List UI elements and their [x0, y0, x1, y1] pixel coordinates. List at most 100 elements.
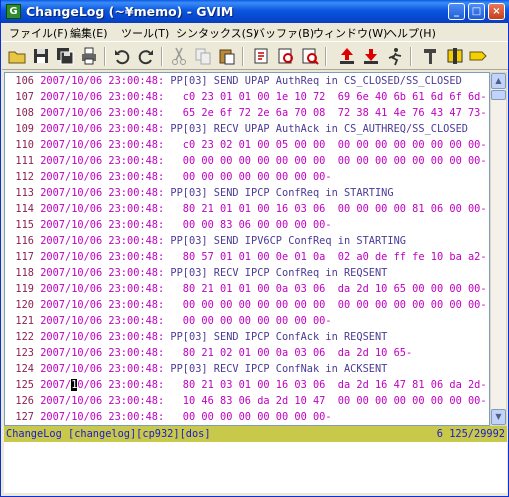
hex-dump: 80 21 01 01 00 16 03 06 00 00 00 00 81 0…: [164, 203, 487, 215]
editor-line[interactable]: 106 2007/10/06 23:00:48: PP[03] SEND UPA…: [5, 73, 489, 89]
scroll-down-arrow-icon[interactable]: ▼: [491, 409, 506, 425]
hex-dump: 00 00 00 00 00 00 00 00 00 00 00 00 00 0…: [164, 155, 487, 167]
timestamp: 2007/10/06 23:00:48:: [40, 347, 165, 359]
make-icon[interactable]: [420, 46, 440, 66]
toolbar: [2, 41, 508, 70]
save-all-icon[interactable]: [55, 46, 75, 66]
find-prev-icon[interactable]: [300, 46, 320, 66]
menu-tools[interactable]: ツール(T): [121, 25, 169, 41]
timestamp: 0/06 23:00:48:: [77, 379, 165, 391]
find-next-icon[interactable]: [276, 46, 296, 66]
menu-syntax[interactable]: シンタックス(S): [176, 25, 257, 41]
menu-edit[interactable]: 編集(E): [70, 25, 108, 41]
status-file-info: ChangeLog [changelog][cp932][dos]: [6, 428, 211, 440]
log-message: PP[03] SEND IPV6CP ConfReq in STARTING: [164, 235, 406, 247]
text-editor-area[interactable]: 106 2007/10/06 23:00:48: PP[03] SEND UPA…: [4, 72, 490, 426]
editor-line[interactable]: 121 2007/10/06 23:00:48: 00 00 00 00 00 …: [5, 313, 489, 329]
line-number: 125: [15, 379, 34, 391]
editor-line[interactable]: 124 2007/10/06 23:00:48: PP[03] RECV IPC…: [5, 361, 489, 377]
editor-line[interactable]: 108 2007/10/06 23:00:48: 65 2e 6f 72 2e …: [5, 105, 489, 121]
editor-line[interactable]: 119 2007/10/06 23:00:48: 80 21 01 01 00 …: [5, 281, 489, 297]
line-number: 118: [15, 267, 34, 279]
timestamp: 2007/10/06 23:00:48:: [40, 315, 165, 327]
save-session-icon[interactable]: [361, 46, 381, 66]
line-number: 112: [15, 171, 34, 183]
line-number: 113: [15, 187, 34, 199]
close-button[interactable]: ×: [488, 3, 505, 20]
menu-bar: ファイル(F) 編集(E) ツール(T) シンタックス(S) バッファ(B) ウ…: [2, 23, 508, 41]
minimize-button[interactable]: _: [448, 3, 465, 20]
scroll-up-arrow-icon[interactable]: ▲: [491, 73, 506, 89]
hex-dump: 10 46 83 06 da 2d 10 47 00 00 00 00 00 0…: [164, 395, 487, 407]
hex-dump: 80 21 03 01 00 16 03 06 da 2d 16 47 81 0…: [164, 379, 487, 391]
line-number: 126: [15, 395, 34, 407]
editor-line[interactable]: 126 2007/10/06 23:00:48: 10 46 83 06 da …: [5, 393, 489, 409]
editor-line[interactable]: 125 2007/10/06 23:00:48: 80 21 03 01 00 …: [5, 377, 489, 393]
timestamp: 2007/10/06 23:00:48:: [40, 171, 165, 183]
tag-icon[interactable]: [468, 46, 488, 66]
editor-line[interactable]: 118 2007/10/06 23:00:48: PP[03] RECV IPC…: [5, 265, 489, 281]
line-number: 119: [15, 283, 34, 295]
line-number: 121: [15, 315, 34, 327]
timestamp: 2007/10/06 23:00:48:: [40, 331, 165, 343]
editor-line[interactable]: 111 2007/10/06 23:00:48: 00 00 00 00 00 …: [5, 153, 489, 169]
editor-line[interactable]: 114 2007/10/06 23:00:48: 80 21 01 01 00 …: [5, 201, 489, 217]
menu-help[interactable]: ヘルプ(H): [386, 25, 436, 41]
maximize-button[interactable]: □: [468, 3, 485, 20]
shell-icon[interactable]: [445, 46, 465, 66]
line-number: 117: [15, 251, 34, 263]
editor-line[interactable]: 107 2007/10/06 23:00:48: c0 23 01 01 00 …: [5, 89, 489, 105]
line-number: 116: [15, 235, 34, 247]
timestamp: 2007/10/06 23:00:48:: [40, 219, 165, 231]
timestamp: 2007/10/06 23:00:48:: [40, 267, 165, 279]
editor-line[interactable]: 110 2007/10/06 23:00:48: c0 23 02 01 00 …: [5, 137, 489, 153]
gvim-app-icon[interactable]: G: [6, 4, 21, 19]
menu-buffers[interactable]: バッファ(B): [254, 25, 314, 41]
vertical-scrollbar[interactable]: ▲ ▼: [490, 72, 507, 426]
line-number: 110: [15, 139, 34, 151]
editor-line[interactable]: 123 2007/10/06 23:00:48: 80 21 02 01 00 …: [5, 345, 489, 361]
hex-dump: 80 21 01 01 00 0a 03 06 da 2d 10 65 00 0…: [164, 283, 487, 295]
menu-window[interactable]: ウィンドウ(W): [313, 25, 387, 41]
hex-dump: 65 2e 6f 72 2e 6a 70 08 72 38 41 4e 76 4…: [164, 107, 487, 119]
cut-icon[interactable]: [169, 46, 189, 66]
timestamp: 2007/10/06 23:00:48:: [40, 251, 165, 263]
log-message: PP[03] SEND UPAP AuthReq in CS_CLOSED/SS…: [164, 75, 462, 87]
paste-icon[interactable]: [217, 46, 237, 66]
gvim-window: G ChangeLog (~¥memo) - GVIM _ □ × ファイル(F…: [0, 0, 509, 497]
command-line[interactable]: [4, 442, 507, 493]
editor-line[interactable]: 112 2007/10/06 23:00:48: 00 00 00 00 00 …: [5, 169, 489, 185]
save-icon[interactable]: [31, 46, 51, 66]
vim-status-line: ChangeLog [changelog][cp932][dos] 6 125/…: [4, 426, 507, 442]
print-icon[interactable]: [79, 46, 99, 66]
menu-file[interactable]: ファイル(F): [9, 25, 68, 41]
timestamp: 2007/10/06 23:00:48:: [40, 235, 165, 247]
editor-line[interactable]: 113 2007/10/06 23:00:48: PP[03] SEND IPC…: [5, 185, 489, 201]
scrollbar-thumb[interactable]: [491, 90, 506, 100]
log-message: PP[03] SEND IPCP ConfAck in REQSENT: [164, 331, 388, 343]
timestamp: 2007/10/06 23:00:48:: [40, 155, 165, 167]
title-bar[interactable]: G ChangeLog (~¥memo) - GVIM _ □ ×: [1, 0, 509, 23]
log-message: PP[03] RECV UPAP AuthAck in CS_AUTHREQ/S…: [164, 123, 468, 135]
run-script-icon[interactable]: [385, 46, 405, 66]
load-session-icon[interactable]: [337, 46, 357, 66]
hex-dump: 00 00 00 00 00 00 00 00-: [164, 411, 332, 423]
editor-line[interactable]: 120 2007/10/06 23:00:48: 00 00 00 00 00 …: [5, 297, 489, 313]
line-number: 122: [15, 331, 34, 343]
editor-line[interactable]: 116 2007/10/06 23:00:48: PP[03] SEND IPV…: [5, 233, 489, 249]
hex-dump: 00 00 00 00 00 00 00 00-: [164, 171, 332, 183]
status-cursor-position: 6 125/29992: [436, 428, 505, 440]
editor-line[interactable]: 115 2007/10/06 23:00:48: 00 00 83 06 00 …: [5, 217, 489, 233]
replace-icon[interactable]: [252, 46, 272, 66]
editor-line[interactable]: 109 2007/10/06 23:00:48: PP[03] RECV UPA…: [5, 121, 489, 137]
open-icon[interactable]: [7, 46, 27, 66]
editor-line[interactable]: 117 2007/10/06 23:00:48: 80 57 01 01 00 …: [5, 249, 489, 265]
undo-icon[interactable]: [112, 46, 132, 66]
editor-line[interactable]: 127 2007/10/06 23:00:48: 00 00 00 00 00 …: [5, 409, 489, 425]
timestamp: 2007/10/06 23:00:48:: [40, 107, 165, 119]
hex-dump: c0 23 01 01 00 1e 10 72 69 6e 40 6b 61 6…: [164, 91, 487, 103]
editor-line[interactable]: 122 2007/10/06 23:00:48: PP[03] SEND IPC…: [5, 329, 489, 345]
copy-icon[interactable]: [193, 46, 213, 66]
redo-icon[interactable]: [136, 46, 156, 66]
timestamp: 2007/10/06 23:00:48:: [40, 203, 165, 215]
